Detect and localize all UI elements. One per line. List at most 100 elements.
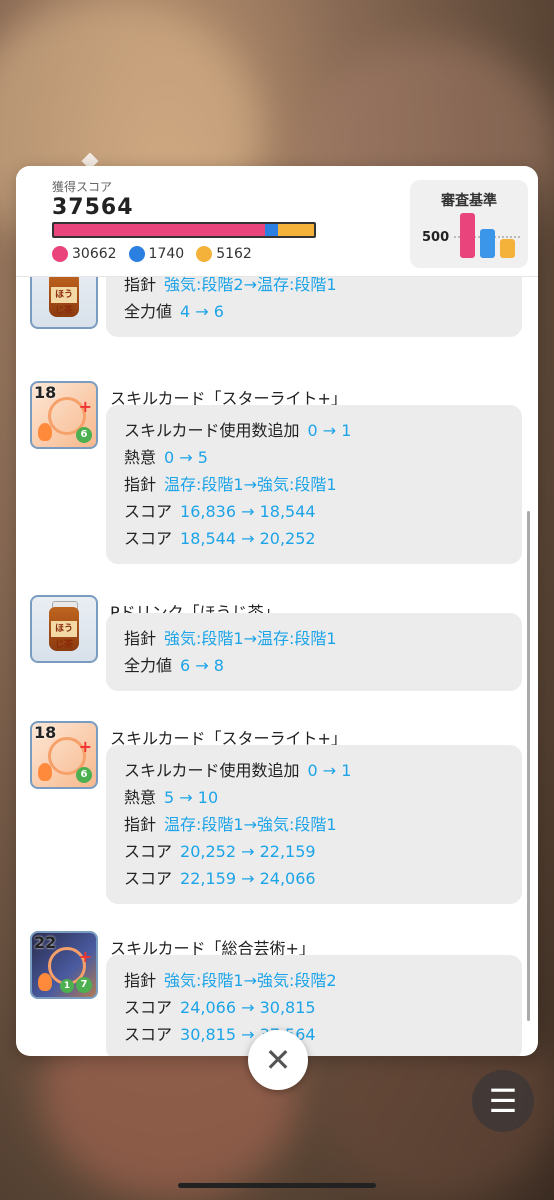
card-level: 22: [34, 933, 57, 952]
change-value: 温存:段階1→強気:段階1: [164, 475, 337, 494]
score-bar-segment: [264, 224, 278, 236]
change-line: 指針 強気:段階1→強気:段階2: [124, 967, 337, 991]
criteria-bar: [460, 213, 475, 258]
change-value: 強気:段階1→温存:段階1: [164, 629, 337, 648]
card-level: 18: [34, 383, 57, 402]
change-line: スコア 16,836 → 18,544: [124, 498, 316, 522]
change-key: 指針: [124, 815, 157, 834]
change-key: 熱意: [124, 448, 157, 467]
change-line: スコア 24,066 → 30,815: [124, 994, 316, 1018]
change-line: スコア 20,252 → 22,159: [124, 838, 316, 862]
drink-icon[interactable]: ほうじ茶: [30, 595, 98, 663]
change-line: 熱意 5 → 10: [124, 784, 218, 808]
criteria-bar: [480, 229, 495, 258]
change-line: 指針 強気:段階1→温存:段階1: [124, 625, 337, 649]
criteria-title: 審査基準: [441, 193, 497, 209]
menu-button[interactable]: ☰: [472, 1070, 534, 1132]
score-log-panel: 獲得スコア 37564 30662 1740 5162 審査基準 500 ほうじ茶指…: [16, 166, 538, 1056]
change-details: 指針 強気:段階1→温存:段階1 全力値 6 → 8: [106, 613, 522, 691]
cost-badge-secondary: 1: [60, 979, 74, 993]
change-key: 指針: [124, 629, 157, 648]
change-key: スコア: [124, 529, 173, 548]
change-key: スコア: [124, 502, 173, 521]
change-key: スコア: [124, 842, 173, 861]
change-line: 全力値 6 → 8: [124, 652, 224, 676]
criteria-bar: [500, 238, 515, 258]
plus-icon: +: [78, 737, 92, 756]
score-bar: [52, 222, 316, 238]
change-line: スキルカード使用数追加 0 → 1: [124, 417, 351, 441]
sub-score-value: 30662: [72, 246, 117, 262]
score-header: 獲得スコア 37564 30662 1740 5162 審査基準 500: [16, 166, 538, 277]
cost-badge: 6: [76, 427, 92, 443]
sub-score: 1740: [128, 246, 185, 262]
cost-badge: 7: [76, 977, 92, 993]
drink-icon[interactable]: ほうじ茶: [30, 277, 98, 329]
change-line: 全力値 4 → 6: [124, 298, 224, 322]
change-value: 6 → 8: [180, 656, 224, 675]
change-value: 16,836 → 18,544: [180, 502, 316, 521]
change-key: スキルカード使用数追加: [124, 421, 300, 440]
change-line: 熱意 0 → 5: [124, 444, 208, 468]
dance-icon: [128, 246, 145, 262]
skill-card-icon[interactable]: 22 +7 1: [30, 931, 98, 999]
change-value: 22,159 → 24,066: [180, 869, 316, 888]
change-key: スコア: [124, 998, 173, 1017]
change-details: スキルカード使用数追加 0 → 1 熱意 5 → 10 指針 温存:段階1→強気:段階1 ス…: [106, 745, 522, 904]
skill-card-icon[interactable]: 18 +6: [30, 721, 98, 789]
criteria-panel[interactable]: 審査基準 500: [410, 180, 528, 268]
change-details: 指針 強気:段階1→強気:段階2 スコア 24,066 → 30,815 スコア 30,8…: [106, 955, 522, 1056]
change-value: 4 → 6: [180, 302, 224, 321]
change-details: 指針 強気:段階2→温存:段階1 全力値 4 → 6: [106, 277, 522, 337]
change-key: 熱意: [124, 788, 157, 807]
change-line: 指針 強気:段階2→温存:段階1: [124, 277, 337, 295]
change-key: スコア: [124, 1025, 173, 1044]
score-value: 37564: [52, 195, 134, 220]
plus-icon: +: [78, 397, 92, 416]
change-value: 24,066 → 30,815: [180, 998, 316, 1017]
card-level: 18: [34, 723, 57, 742]
change-line: スコア 22,159 → 24,066: [124, 865, 316, 889]
flame-icon: [38, 763, 52, 781]
change-line: スキルカード使用数追加 0 → 1: [124, 757, 351, 781]
change-key: 全力値: [124, 302, 173, 321]
change-key: 指針: [124, 475, 157, 494]
close-button[interactable]: ✕: [248, 1030, 308, 1090]
bottle-label: ほうじ茶: [51, 621, 77, 650]
change-value: 0 → 1: [307, 761, 352, 780]
plus-icon: +: [78, 947, 92, 966]
score-label: 獲得スコア: [52, 180, 113, 194]
sub-score: 30662: [52, 246, 117, 262]
scrollbar[interactable]: [527, 511, 530, 1021]
flame-icon: [38, 423, 52, 441]
change-line: 指針 温存:段階1→強気:段階1: [124, 811, 337, 835]
sub-scores: 30662 1740 5162: [52, 246, 252, 262]
log-list[interactable]: ほうじ茶 指針 強気:段階2→温存:段階1 全力値 4 → 6 18 +6 スキルカード「スタ…: [16, 277, 538, 1056]
criteria-value: 500: [422, 230, 450, 245]
skill-card-icon[interactable]: 18 +6: [30, 381, 98, 449]
cost-badge: 6: [76, 767, 92, 783]
change-value: 20,252 → 22,159: [180, 842, 316, 861]
change-value: 強気:段階1→強気:段階2: [164, 971, 337, 990]
change-value: 温存:段階1→強気:段階1: [164, 815, 337, 834]
change-line: 指針 温存:段階1→強気:段階1: [124, 471, 337, 495]
flame-icon: [38, 973, 52, 991]
score-bar-segment: [277, 224, 314, 236]
change-key: 指針: [124, 277, 157, 294]
sub-score-value: 1740: [148, 246, 185, 262]
bottle-label: ほうじ茶: [51, 287, 77, 316]
sub-score-value: 5162: [216, 246, 252, 262]
change-value: 0 → 5: [164, 448, 208, 467]
change-details: スキルカード使用数追加 0 → 1 熱意 0 → 5 指針 温存:段階1→強気:段階1 スコ…: [106, 405, 522, 564]
home-indicator[interactable]: [178, 1183, 376, 1188]
close-icon: ✕: [264, 1041, 292, 1079]
change-line: スコア 18,544 → 20,252: [124, 525, 316, 549]
change-key: 全力値: [124, 656, 173, 675]
change-value: 強気:段階2→温存:段階1: [164, 277, 337, 294]
vocal-icon: [52, 246, 68, 262]
change-value: 18,544 → 20,252: [180, 529, 316, 548]
score-bar-segment: [54, 224, 265, 236]
change-value: 5 → 10: [164, 788, 219, 807]
change-key: スキルカード使用数追加: [124, 761, 300, 780]
visual-icon: [196, 246, 213, 262]
